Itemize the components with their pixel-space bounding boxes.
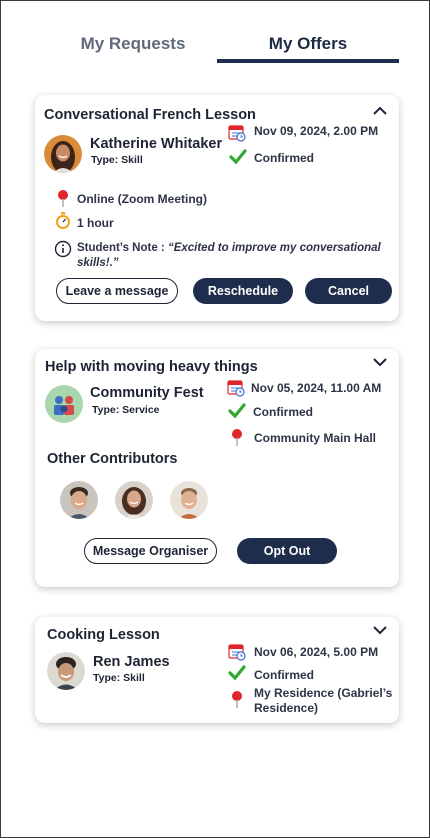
chevron-down-icon[interactable] [372, 624, 388, 636]
note-quote-continued: skills!.” [77, 257, 119, 269]
type-label: Type: Skill [93, 672, 145, 684]
contributor-avatar[interactable] [170, 481, 208, 519]
datetime-text: Nov 09, 2024, 2.00 PM [254, 124, 379, 138]
info-icon [54, 240, 72, 258]
avatar [44, 135, 82, 173]
message-organiser-button[interactable]: Message Organiser [84, 538, 217, 564]
organiser-name: Community Fest [90, 385, 204, 401]
tab-my-requests[interactable]: My Requests [53, 31, 213, 63]
cancel-button[interactable]: Cancel [305, 278, 392, 304]
status-confirmed: Confirmed [254, 151, 314, 165]
app-frame: My Requests My Offers Conversational Fre… [0, 0, 430, 838]
calendar-icon [228, 644, 246, 661]
student-note: Student’s Note : “Excited to improve my … [77, 241, 392, 271]
duration-text: 1 hour [77, 216, 114, 230]
tab-bar: My Requests My Offers [53, 31, 399, 63]
active-tab-indicator [217, 59, 399, 63]
checkmark-icon [228, 403, 246, 419]
status-confirmed: Confirmed [254, 668, 314, 682]
type-label: Type: Skill [91, 154, 143, 166]
chevron-down-icon[interactable] [372, 356, 388, 368]
chevron-up-icon[interactable] [372, 105, 388, 117]
datetime-text: Nov 05, 2024, 11.00 AM [251, 381, 382, 395]
person-name: Ren James [93, 654, 170, 670]
note-label: Student’s Note : [77, 242, 168, 254]
offer-card-french-lesson[interactable]: Conversational French Lesson Katherine W… [35, 95, 399, 321]
status-confirmed: Confirmed [253, 405, 313, 419]
location-line: My Residence (Gabriel’s [254, 686, 393, 700]
location-line: Residence) [254, 701, 319, 715]
type-label: Type: Service [92, 404, 160, 416]
location-text: Online (Zoom Meeting) [77, 192, 207, 206]
location-pin-icon [232, 429, 242, 446]
contributor-avatar[interactable] [115, 481, 153, 519]
card-title: Conversational French Lesson [44, 107, 256, 123]
opt-out-button[interactable]: Opt Out [237, 538, 337, 564]
location-pin-icon [58, 190, 68, 207]
location-text: My Residence (Gabriel’s Residence) [254, 686, 392, 716]
checkmark-icon [229, 149, 247, 165]
contributor-avatar[interactable] [60, 481, 98, 519]
calendar-icon [228, 125, 246, 142]
organisation-logo [45, 385, 83, 423]
offer-card-cooking-lesson[interactable]: Cooking Lesson Ren James Type: Skill Nov… [35, 617, 399, 723]
card-title: Help with moving heavy things [45, 359, 258, 375]
stopwatch-icon [56, 212, 70, 229]
card-title: Cooking Lesson [47, 627, 160, 643]
offer-card-moving-help[interactable]: Help with moving heavy things Community … [35, 349, 399, 587]
location-text: Community Main Hall [254, 431, 377, 445]
checkmark-icon [228, 665, 246, 681]
other-contributors-heading: Other Contributors [47, 451, 178, 467]
person-name: Katherine Whitaker [90, 136, 223, 152]
avatar [47, 652, 85, 690]
leave-message-button[interactable]: Leave a message [56, 278, 178, 304]
datetime-text: Nov 06, 2024, 5.00 PM [254, 645, 379, 659]
reschedule-button[interactable]: Reschedule [193, 278, 293, 304]
location-pin-icon [232, 691, 242, 708]
note-quote: “Excited to improve my conversational [167, 242, 381, 254]
calendar-icon [227, 380, 245, 397]
